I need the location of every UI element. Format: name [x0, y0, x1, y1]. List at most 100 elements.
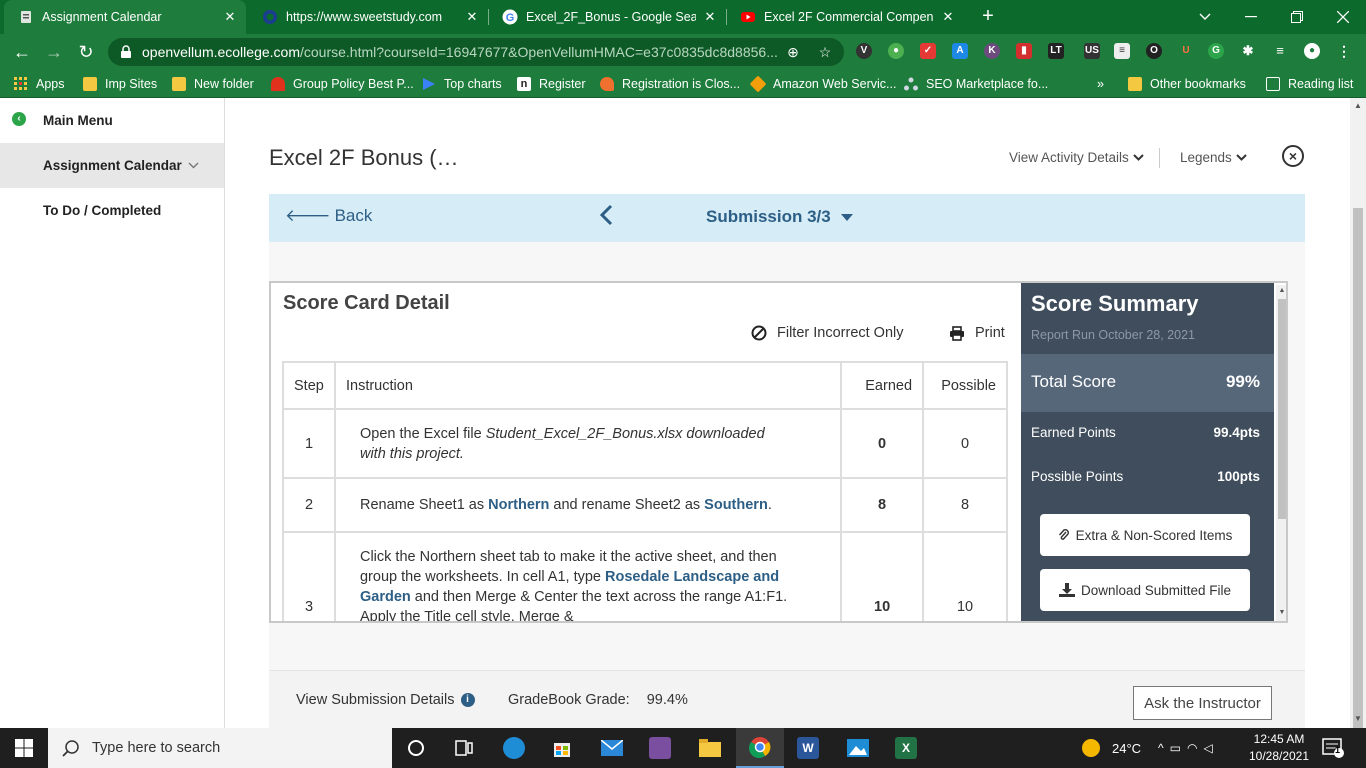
windows-start-icon[interactable] — [0, 728, 48, 768]
extension-check-icon[interactable]: ✓ — [920, 43, 936, 59]
close-window-icon[interactable] — [1320, 0, 1366, 34]
close-tab-icon[interactable]: ✕ — [222, 9, 238, 25]
chrome-taskbar-icon[interactable] — [736, 728, 784, 768]
bookmark-amazon-web-services[interactable]: Amazon Web Servic... — [749, 70, 896, 98]
close-tab-icon[interactable]: ✕ — [940, 9, 956, 25]
profile-avatar-icon[interactable]: ● — [1304, 43, 1320, 59]
forward-arrow-icon[interactable]: → — [42, 40, 66, 64]
extra-non-scored-items-button[interactable]: Extra & Non-Scored Items — [1040, 514, 1250, 556]
submission-label: Submission 3/3 — [706, 207, 831, 226]
close-activity-icon[interactable]: × — [1282, 145, 1304, 167]
word-icon[interactable]: W — [784, 728, 832, 768]
extension-grammarly-icon[interactable]: G — [1208, 43, 1224, 59]
extension-u-icon[interactable]: U — [1178, 43, 1194, 59]
extension-a-icon[interactable]: A — [952, 43, 968, 59]
close-tab-icon[interactable]: ✕ — [702, 9, 718, 25]
scroll-down-arrow-icon[interactable]: ▼ — [1276, 609, 1286, 616]
browser-tab-youtube[interactable]: Excel 2F Commercial Compensati ✕ — [726, 0, 964, 34]
step-cell: 2 — [282, 477, 336, 533]
view-submission-details-link[interactable]: View Submission Details i — [296, 692, 475, 708]
previous-submission-chevron-icon[interactable] — [599, 204, 613, 226]
ask-the-instructor-button[interactable]: Ask the Instructor — [1133, 686, 1272, 720]
photos-icon[interactable] — [834, 728, 882, 768]
youtube-logo-icon — [740, 9, 756, 25]
bookmark-register[interactable]: n Register — [517, 70, 586, 98]
bookmark-apps[interactable]: Apps — [14, 70, 65, 98]
browser-tab-sweetstudy[interactable]: https://www.sweetstudy.com ✕ — [248, 0, 488, 34]
bookmark-top-charts[interactable]: Top charts — [422, 70, 502, 98]
sidebar-item-assignment-calendar[interactable]: Assignment Calendar — [0, 143, 224, 188]
extension-circle-icon[interactable]: O — [1146, 43, 1162, 59]
bookmark-imp-sites[interactable]: Imp Sites — [83, 70, 157, 98]
mail-icon[interactable] — [588, 728, 636, 768]
score-card-scrollbar[interactable]: ▲ ▼ — [1276, 285, 1286, 621]
weather-widget[interactable]: 24°C — [1082, 728, 1141, 768]
sidebar-item-main-menu[interactable]: ‹ Main Menu — [0, 98, 224, 143]
bookmark-new-folder[interactable]: New folder — [172, 70, 254, 98]
bookmark-other-bookmarks[interactable]: Other bookmarks — [1128, 70, 1246, 98]
microsoft-store-icon[interactable] — [538, 728, 586, 768]
scroll-up-arrow-icon[interactable]: ▲ — [1350, 101, 1366, 110]
print-button[interactable]: Print — [949, 325, 1005, 341]
back-arrow-icon[interactable]: ← — [10, 40, 34, 64]
view-activity-details-link[interactable]: View Activity Details — [1009, 150, 1144, 165]
bookmark-registration-closed[interactable]: Registration is Clos... — [600, 70, 740, 98]
video-editor-icon[interactable] — [636, 728, 684, 768]
wifi-icon[interactable]: ◠ — [1187, 741, 1203, 755]
browser-tab-google-search[interactable]: G Excel_2F_Bonus - Google Search ✕ — [488, 0, 726, 34]
bookmark-group-policy[interactable]: Group Policy Best P... — [271, 70, 414, 98]
legends-link[interactable]: Legends — [1180, 150, 1247, 165]
new-tab-button[interactable]: + — [976, 5, 1000, 29]
tab-search-chevron-icon[interactable] — [1182, 0, 1228, 34]
back-button[interactable]: 🡐 Back — [285, 206, 372, 226]
reading-list-label: Reading list — [1288, 77, 1354, 91]
sidebar-item-to-do-completed[interactable]: To Do / Completed — [0, 188, 224, 233]
info-icon[interactable]: i — [460, 693, 475, 707]
taskbar-clock[interactable]: 12:45 AM 10/28/2021 — [1248, 731, 1310, 765]
scroll-down-arrow-icon[interactable]: ▼ — [1350, 714, 1366, 723]
reading-list-button[interactable]: Reading list — [1266, 70, 1353, 98]
filter-incorrect-only-button[interactable]: Filter Incorrect Only — [751, 325, 904, 341]
address-bar[interactable]: openvellum.ecollege.com/course.html?cour… — [108, 38, 844, 66]
cortana-icon[interactable] — [392, 728, 440, 768]
network-icon[interactable]: ▭ — [1170, 741, 1187, 755]
notification-center-icon[interactable]: 1 — [1322, 728, 1344, 768]
extension-doc-icon[interactable]: ≡ — [1114, 43, 1130, 59]
bookmarks-overflow-button[interactable]: » — [1097, 70, 1104, 98]
scrollbar-thumb[interactable] — [1278, 299, 1286, 519]
extension-us-icon[interactable]: US — [1084, 43, 1100, 59]
extension-globe-icon[interactable]: ● — [888, 43, 904, 59]
gradebook-grade: GradeBook Grade: 99.4% — [508, 692, 688, 708]
download-submitted-file-button[interactable]: Download Submitted File — [1040, 569, 1250, 611]
bookmark-star-icon[interactable]: ☆ — [816, 43, 834, 61]
chrome-menu-icon[interactable]: ⋮ — [1336, 43, 1352, 59]
view-submission-label: View Submission Details — [296, 692, 455, 708]
restore-window-icon[interactable] — [1274, 0, 1320, 34]
reload-icon[interactable]: ↻ — [74, 40, 98, 64]
zoom-icon[interactable]: ⊕ — [784, 43, 802, 61]
bookmark-seo-marketplace[interactable]: SEO Marketplace fo... — [904, 70, 1048, 98]
page-scrollbar[interactable]: ▲ ▼ — [1350, 98, 1366, 728]
scroll-up-arrow-icon[interactable]: ▲ — [1276, 287, 1286, 294]
close-tab-icon[interactable]: ✕ — [464, 9, 480, 25]
browser-tab-assignment-calendar[interactable]: Assignment Calendar ✕ — [4, 0, 246, 34]
submission-selector[interactable]: Submission 3/3 — [706, 207, 853, 227]
show-hidden-icons-chevron-icon[interactable]: ^ — [1158, 741, 1170, 755]
system-tray-icons[interactable]: ^ ▭ ◠ ◁ — [1158, 728, 1219, 768]
task-view-icon[interactable] — [440, 728, 488, 768]
file-explorer-icon[interactable] — [686, 728, 734, 768]
media-queue-icon[interactable]: ≡ — [1272, 43, 1288, 59]
taskbar-search-box[interactable]: Type here to search — [48, 728, 392, 768]
extension-lt-icon[interactable]: LT — [1048, 43, 1064, 59]
extension-red-book-icon[interactable]: ▮ — [1016, 43, 1032, 59]
scrollbar-thumb[interactable] — [1353, 208, 1363, 728]
extension-k-icon[interactable]: K — [984, 43, 1000, 59]
extensions-puzzle-icon[interactable]: ✱ — [1240, 43, 1256, 59]
paperclip-icon — [1058, 528, 1070, 542]
url-text: openvellum.ecollege.com/course.html?cour… — [142, 44, 778, 60]
excel-icon[interactable]: X — [882, 728, 930, 768]
minimize-window-icon[interactable] — [1228, 0, 1274, 34]
volume-icon[interactable]: ◁ — [1203, 741, 1218, 755]
extension-vu-icon[interactable]: V — [856, 43, 872, 59]
edge-browser-icon[interactable] — [490, 728, 538, 768]
